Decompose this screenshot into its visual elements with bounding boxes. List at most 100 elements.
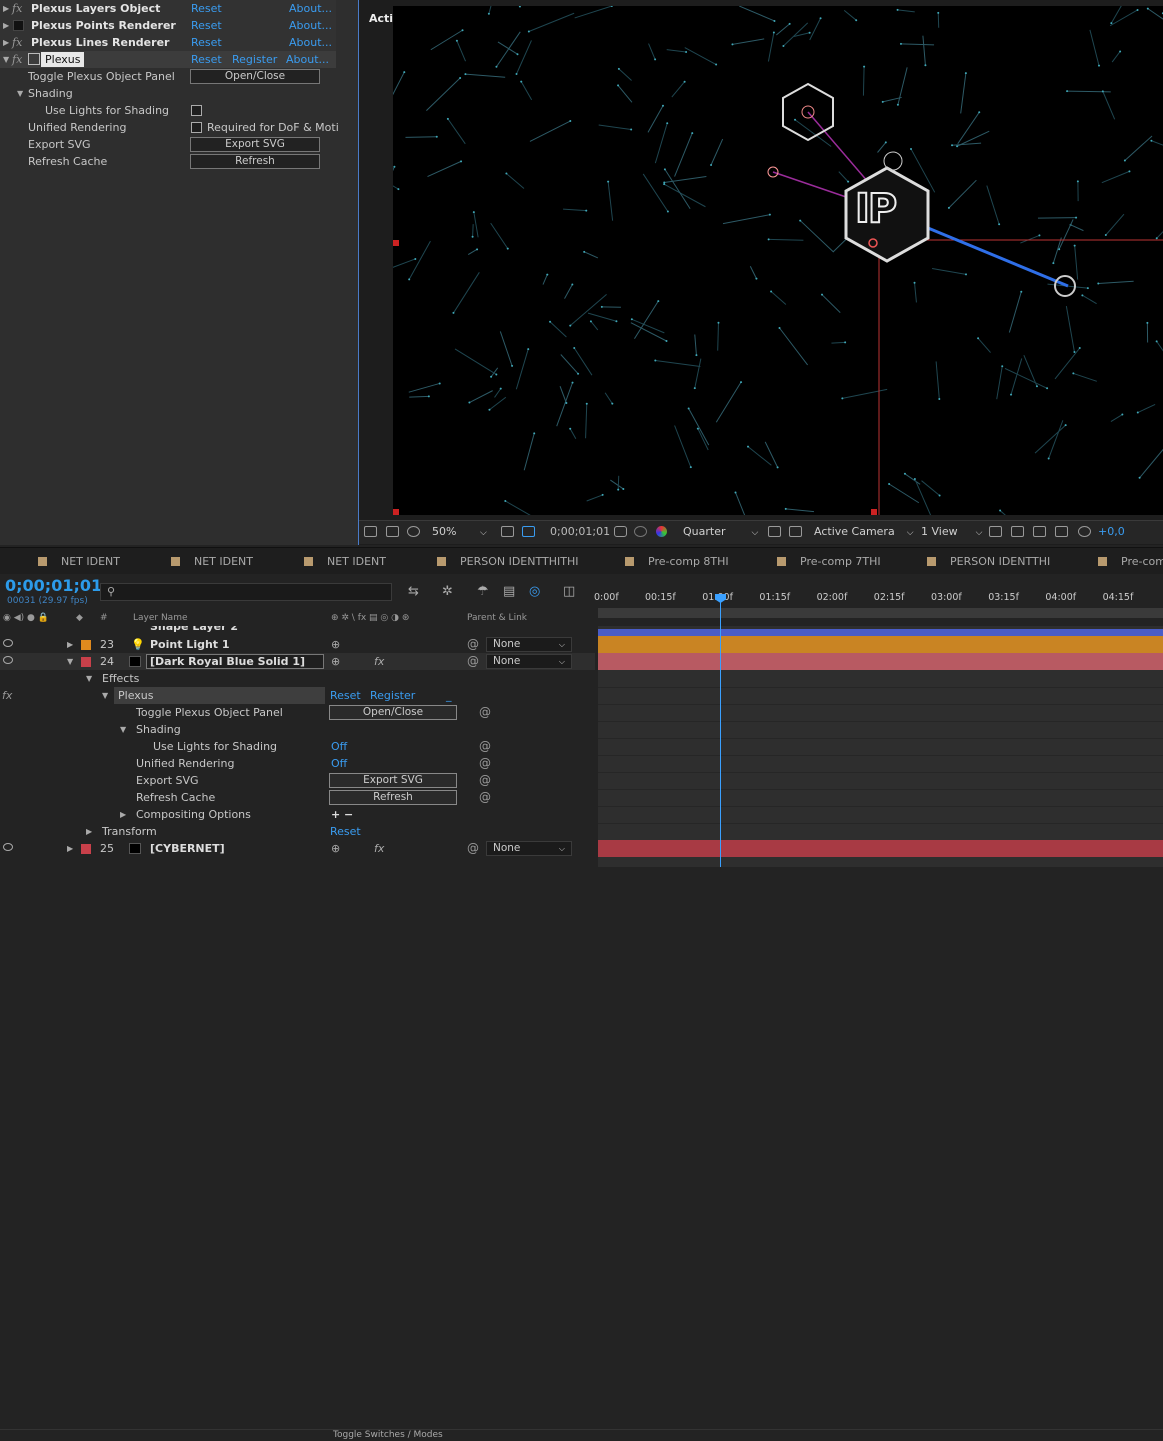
refresh-button[interactable]: Refresh: [329, 790, 457, 805]
current-time-indicator[interactable]: [720, 594, 721, 867]
monitor-icon[interactable]: [386, 526, 399, 537]
eye-icon[interactable]: [3, 843, 13, 851]
collapse-triangle-icon[interactable]: ▼: [86, 670, 92, 687]
reset-link[interactable]: Reset: [330, 687, 361, 704]
layer-bar-selected[interactable]: [598, 653, 1163, 670]
comp-mini-flowchart-icon[interactable]: ⇆: [408, 584, 419, 599]
use-lights-checkbox[interactable]: [191, 105, 202, 116]
expand-triangle-icon[interactable]: ▶: [3, 17, 9, 34]
fx-switch-icon[interactable]: fx: [374, 840, 384, 857]
eye-icon[interactable]: [3, 639, 13, 647]
more-link[interactable]: _: [446, 687, 452, 704]
shy-switch-icon[interactable]: ⊕: [331, 653, 340, 670]
snapshot-camera-icon[interactable]: [614, 526, 627, 537]
tab-comp[interactable]: NET IDENT: [304, 548, 386, 575]
use-lights-value[interactable]: Off: [331, 738, 347, 755]
shy-switch-icon[interactable]: ⊕: [331, 840, 340, 857]
eye-icon[interactable]: [3, 656, 13, 664]
prop-shading-group[interactable]: ▼ Shading: [0, 85, 336, 102]
graph-editor-icon[interactable]: ◫: [563, 584, 575, 599]
timeline-timecode[interactable]: 0;00;01;01: [5, 576, 102, 595]
toggle-switches-modes[interactable]: Toggle Switches / Modes: [333, 1430, 443, 1440]
tab-comp[interactable]: PERSON IDENTTHI: [927, 548, 1050, 575]
prop-effects-group[interactable]: ▼ Effects: [0, 670, 595, 687]
expand-triangle-icon[interactable]: ▶: [120, 806, 126, 823]
effect-name-selected[interactable]: Plexus: [41, 52, 84, 67]
parent-dropdown[interactable]: None⌵: [486, 637, 572, 652]
color-channel-icon[interactable]: [656, 526, 667, 537]
expand-triangle-icon[interactable]: ▶: [67, 840, 73, 857]
collapse-triangle-icon[interactable]: ▼: [67, 653, 73, 670]
prop-plexus-group[interactable]: fx ▼ Plexus Reset Register _: [0, 687, 595, 704]
about-link[interactable]: About...: [286, 51, 329, 68]
layer-bar[interactable]: [598, 629, 1163, 636]
tab-comp[interactable]: NET IDENT: [171, 548, 253, 575]
refresh-button[interactable]: Refresh: [190, 154, 320, 169]
about-link[interactable]: About...: [289, 0, 332, 17]
viewer-timecode[interactable]: 0;00;01;01: [550, 521, 610, 543]
parent-dropdown[interactable]: None⌵: [486, 841, 572, 856]
layer-row[interactable]: ▶ 25 [CYBERNET] ⊕ fx @ None⌵: [0, 840, 595, 857]
expand-triangle-icon[interactable]: ▶: [3, 34, 9, 51]
mask-visibility-icon[interactable]: [522, 526, 535, 537]
prop-transform-group[interactable]: ▶ Transform Reset: [0, 823, 595, 840]
draft-3d-icon[interactable]: ✲: [442, 584, 453, 599]
prop-compositing-options[interactable]: ▶ Compositing Options + −: [0, 806, 595, 823]
motion-blur-icon[interactable]: ◎: [529, 584, 540, 599]
transparency-grid-icon[interactable]: [789, 526, 802, 537]
expression-icon[interactable]: @: [479, 704, 491, 721]
layer-row[interactable]: ▶ 23 💡 Point Light 1 ⊕ @ None⌵: [0, 636, 595, 653]
timeline-icon[interactable]: [1033, 526, 1046, 537]
open-close-button[interactable]: Open/Close: [190, 69, 320, 84]
open-close-button[interactable]: Open/Close: [329, 705, 457, 720]
camera-dropdown[interactable]: Active Camera⌵: [814, 521, 914, 544]
expression-icon[interactable]: @: [479, 755, 491, 772]
tab-comp[interactable]: PERSON IDENTTHITHI: [437, 548, 578, 575]
tab-comp[interactable]: NET IDENT: [38, 548, 120, 575]
layer-search-input[interactable]: ⚲: [100, 583, 392, 601]
fx-icon[interactable]: fx: [12, 34, 22, 51]
prop-label[interactable]: Plexus: [114, 687, 325, 704]
register-link[interactable]: Register: [232, 51, 277, 68]
shy-switch-icon[interactable]: ⊕: [331, 636, 340, 653]
time-ruler[interactable]: 0:00f00:15f01:00f01:15f02:00f02:15f03:00…: [598, 588, 1163, 622]
reset-link[interactable]: Reset: [191, 0, 222, 17]
expand-triangle-icon[interactable]: ▶: [3, 0, 9, 17]
expression-icon[interactable]: @: [479, 772, 491, 789]
label-color-swatch[interactable]: [81, 844, 91, 854]
about-link[interactable]: About...: [289, 17, 332, 34]
flowchart-icon[interactable]: [1055, 526, 1068, 537]
effect-row-plexus[interactable]: ▼ fx Plexus Reset Register About...: [0, 51, 336, 68]
fx-icon[interactable]: fx: [12, 51, 22, 68]
layer-row-selected[interactable]: ▼ 24 [Dark Royal Blue Solid 1] ⊕ fx @ No…: [0, 653, 595, 670]
export-svg-button[interactable]: Export SVG: [329, 773, 457, 788]
expression-icon[interactable]: @: [479, 789, 491, 806]
effect-row-plexus-layers-object[interactable]: ▶ fx Plexus Layers Object Reset About...: [0, 0, 336, 17]
resolution-dropdown[interactable]: Quarter⌵: [683, 521, 758, 544]
reset-link[interactable]: Reset: [191, 34, 222, 51]
tab-comp[interactable]: Pre-comp 8THI: [625, 548, 729, 575]
register-link[interactable]: Register: [370, 687, 415, 704]
show-snapshot-icon[interactable]: [634, 526, 647, 537]
timeline-track-area[interactable]: [598, 626, 1163, 867]
export-svg-button[interactable]: Export SVG: [190, 137, 320, 152]
collapse-triangle-icon[interactable]: ▼: [102, 687, 108, 704]
layer-name-field[interactable]: [Dark Royal Blue Solid 1]: [146, 654, 324, 669]
toggle-pixel-aspect-icon[interactable]: [989, 526, 1002, 537]
layer-row[interactable]: Shape Layer 2: [0, 626, 595, 636]
zoom-dropdown[interactable]: 50% ⌵: [432, 521, 487, 544]
collapse-triangle-icon[interactable]: ▼: [120, 721, 126, 738]
expression-icon[interactable]: @: [479, 738, 491, 755]
pickwhip-icon[interactable]: @: [467, 653, 479, 670]
expand-triangle-icon[interactable]: ▶: [67, 636, 73, 653]
shy-layers-icon[interactable]: ☂: [477, 584, 489, 599]
about-link[interactable]: About...: [289, 34, 332, 51]
grid-icon[interactable]: [501, 526, 514, 537]
always-preview-icon[interactable]: [364, 526, 377, 537]
tab-comp[interactable]: Pre-comp: [1098, 548, 1163, 575]
fast-previews-icon[interactable]: [1011, 526, 1024, 537]
pickwhip-icon[interactable]: @: [467, 636, 479, 653]
vr-glasses-icon[interactable]: [407, 526, 420, 537]
exposure-reset-icon[interactable]: [1078, 526, 1091, 537]
fx-icon[interactable]: fx: [2, 687, 12, 704]
